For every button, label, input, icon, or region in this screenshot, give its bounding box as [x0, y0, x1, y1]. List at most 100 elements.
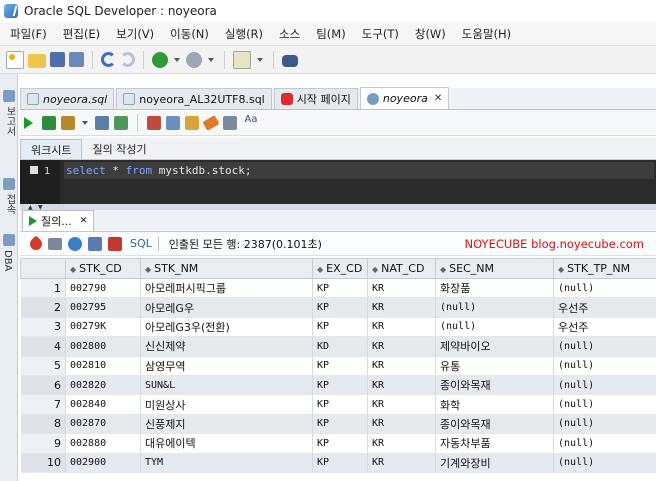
table-cell[interactable]: KR	[367, 453, 436, 473]
table-cell[interactable]: KR	[367, 375, 436, 396]
sort-icon[interactable]: ◆	[317, 265, 323, 274]
table-cell[interactable]: KP	[312, 453, 368, 473]
table-cell[interactable]: KR	[367, 278, 436, 299]
table-cell[interactable]: 제약바이오	[435, 336, 554, 357]
table-cell[interactable]: 대유에이텍	[140, 433, 313, 454]
forward-icon[interactable]	[186, 51, 202, 68]
table-row[interactable]: 2 002795 아모레G우 KP KR (null) 우선주	[20, 297, 656, 318]
pin-icon[interactable]	[27, 235, 45, 252]
table-cell[interactable]: 002870	[65, 414, 141, 435]
menu-edit[interactable]: 편집(E)	[55, 26, 108, 42]
table-cell[interactable]: 화학	[435, 394, 554, 415]
table-cell[interactable]: KP	[312, 317, 368, 338]
table-cell[interactable]: 종이와목재	[435, 375, 554, 396]
table-cell[interactable]: 종이와목재	[435, 414, 554, 435]
column-header[interactable]: ◆ STK_TP_NM	[553, 258, 656, 279]
table-cell[interactable]: 신풍제지	[140, 414, 313, 435]
table-row[interactable]: 3 00279K 아모레G3우(전환) KP KR (null) 우선주	[20, 317, 656, 338]
table-cell[interactable]: 유통	[435, 356, 554, 376]
table-cell[interactable]: KD	[312, 336, 368, 357]
sql-editor[interactable]: 1 select * from mystkdb.stock;	[20, 160, 656, 204]
table-cell[interactable]: KR	[367, 433, 436, 454]
menu-view[interactable]: 보기(V)	[108, 26, 162, 42]
sql-tuning-icon[interactable]	[185, 115, 199, 130]
history-icon[interactable]	[223, 115, 237, 130]
binoculars-icon[interactable]	[282, 55, 298, 67]
eraser-icon[interactable]	[202, 114, 220, 131]
table-cell[interactable]: (null)	[553, 394, 656, 415]
table-cell[interactable]: 002790	[65, 278, 141, 299]
close-tab-icon[interactable]: ✕	[434, 93, 442, 104]
column-header[interactable]: ◆ STK_NM	[140, 258, 313, 279]
column-header[interactable]: ◆ STK_CD	[65, 258, 141, 279]
table-cell[interactable]: (null)	[553, 336, 656, 357]
table-cell[interactable]: 아모레G우	[140, 297, 313, 318]
table-row[interactable]: 10 002900 TYM KP KR 기계와장비 (null)	[20, 453, 656, 473]
unshared-worksheet-icon[interactable]	[166, 115, 180, 130]
freeze-view-icon[interactable]	[88, 236, 102, 251]
worksheet-dropdown-icon[interactable]	[257, 57, 263, 62]
sort-icon[interactable]: ◆	[558, 265, 564, 274]
table-cell[interactable]: 002795	[65, 297, 141, 318]
table-row[interactable]: 1 002790 아모레퍼시픽그룹 KP KR 화장품 (null)	[20, 278, 656, 299]
code-line[interactable]: select * from mystkdb.stock;	[64, 162, 654, 179]
column-header[interactable]: ◆ SEC_NM	[435, 258, 554, 279]
back-dropdown-icon[interactable]	[174, 57, 180, 62]
run-statement-icon[interactable]	[24, 116, 33, 129]
table-cell[interactable]: 아모레퍼시픽그룹	[140, 278, 313, 299]
tab-start-page[interactable]: 시작 페이지	[273, 88, 358, 109]
print-icon[interactable]	[48, 237, 62, 250]
table-cell[interactable]: KR	[367, 336, 436, 357]
tab-noyeora-connection[interactable]: noyeora ✕	[359, 87, 450, 109]
table-cell[interactable]: 삼영무역	[140, 356, 313, 376]
table-cell[interactable]: (null)	[553, 278, 656, 299]
tab-worksheet[interactable]: 워크시트	[20, 139, 83, 159]
column-header[interactable]: ◆ NAT_CD	[367, 258, 436, 279]
table-row[interactable]: 9 002880 대유에이텍 KP KR 자동차부품 (null)	[20, 433, 656, 454]
table-cell[interactable]: 002810	[65, 356, 141, 376]
back-icon[interactable]	[152, 51, 168, 68]
redo-icon[interactable]	[120, 52, 135, 67]
table-cell[interactable]: (null)	[553, 375, 656, 396]
table-cell[interactable]: (null)	[553, 414, 656, 435]
cancel-query-icon[interactable]	[108, 236, 122, 251]
table-row[interactable]: 8 002870 신풍제지 KP KR 종이와목재 (null)	[20, 414, 656, 435]
new-file-icon[interactable]	[6, 50, 24, 69]
table-cell[interactable]: 화장품	[435, 278, 554, 299]
reports-icon[interactable]	[3, 90, 15, 102]
table-cell[interactable]: (null)	[553, 453, 656, 473]
table-row[interactable]: 5 002810 삼영무역 KP KR 유통 (null)	[20, 356, 656, 376]
table-cell[interactable]: KR	[367, 317, 436, 338]
sql-link[interactable]: SQL	[130, 237, 152, 250]
results-grid[interactable]: ◆ STK_CD ◆ STK_NM ◆ EX_CD ◆ NAT_CD ◆ SEC_NM ◆…	[20, 258, 656, 481]
table-cell[interactable]: 우선주	[553, 297, 656, 318]
dock-dba-label[interactable]: DBA	[2, 250, 13, 271]
tab-query-builder[interactable]: 질의 작성기	[82, 139, 156, 159]
menu-window[interactable]: 창(W)	[407, 26, 454, 42]
forward-dropdown-icon[interactable]	[208, 57, 214, 62]
dock-connections-label[interactable]: 접속	[2, 194, 17, 214]
table-cell[interactable]: 아모레G3우(전환)	[140, 317, 313, 338]
commit-icon[interactable]	[114, 115, 128, 130]
menu-file[interactable]: 파일(F)	[2, 26, 55, 42]
table-cell[interactable]: 미원상사	[140, 394, 313, 415]
table-cell[interactable]: KR	[367, 414, 436, 435]
table-cell[interactable]: KP	[312, 375, 368, 396]
table-cell[interactable]: 우선주	[553, 317, 656, 338]
sort-icon[interactable]: ◆	[372, 265, 378, 274]
table-cell[interactable]: 자동차부품	[435, 433, 554, 454]
rollback-icon[interactable]	[147, 115, 161, 130]
table-cell[interactable]: 002900	[65, 453, 141, 473]
sort-icon[interactable]: ◆	[440, 265, 446, 274]
table-cell[interactable]: 002800	[65, 336, 141, 357]
table-cell[interactable]: 002880	[65, 433, 141, 454]
tab-query-result[interactable]: 질의... ✕	[22, 210, 95, 231]
table-cell[interactable]: (null)	[435, 297, 554, 318]
undo-icon[interactable]	[101, 52, 116, 67]
autotrace-dropdown-icon[interactable]	[82, 120, 88, 125]
menu-navigate[interactable]: 이동(N)	[162, 26, 217, 42]
table-row[interactable]: 6 002820 SUN&L KP KR 종이와목재 (null)	[20, 375, 656, 396]
table-row[interactable]: 4 002800 신신제약 KD KR 제약바이오 (null)	[20, 336, 656, 357]
save-icon[interactable]	[50, 52, 65, 67]
table-cell[interactable]: KP	[312, 394, 368, 415]
